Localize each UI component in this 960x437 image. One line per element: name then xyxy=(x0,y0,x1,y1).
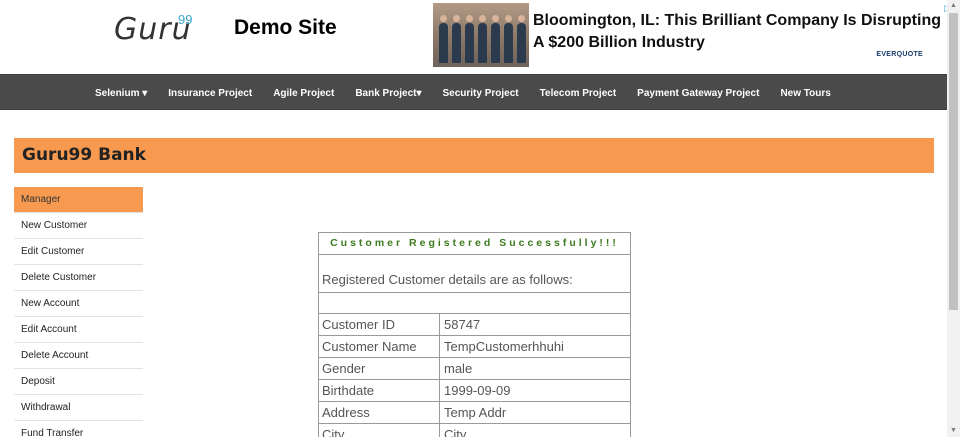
table-row: Address Temp Addr xyxy=(319,402,630,424)
row-label: Address xyxy=(319,402,440,423)
table-row: Customer Name TempCustomerhhuhi xyxy=(319,336,630,358)
customer-details-table: Customer Registered Successfully!!! Regi… xyxy=(318,232,631,437)
page-scrollbar[interactable]: ▲ ▼ xyxy=(947,0,960,437)
site-title: Demo Site xyxy=(234,16,337,39)
sidebar-item-delete-customer[interactable]: Delete Customer xyxy=(14,265,143,291)
row-value: City xyxy=(444,427,467,437)
ad-brand-logo: EVERQUOTE xyxy=(876,51,923,58)
ad-image[interactable] xyxy=(433,3,529,67)
top-navigation: Selenium ▾ Insurance Project Agile Proje… xyxy=(0,74,947,110)
nav-item-agile-project[interactable]: Agile Project xyxy=(273,88,334,99)
nav-item-insurance-project[interactable]: Insurance Project xyxy=(168,88,252,99)
nav-item-security-project[interactable]: Security Project xyxy=(442,88,518,99)
ad-person-figure xyxy=(439,15,448,63)
page: Guru 99 Demo Site Bloomington, IL: This … xyxy=(0,0,960,437)
sidebar-item-deposit[interactable]: Deposit xyxy=(14,369,143,395)
success-message: Customer Registered Successfully!!! xyxy=(319,233,630,255)
ad-person-figure xyxy=(491,15,500,63)
table-row: Gender male xyxy=(319,358,630,380)
row-label: City xyxy=(319,424,440,437)
row-value: TempCustomerhhuhi xyxy=(444,339,564,354)
nav-item-new-tours[interactable]: New Tours xyxy=(780,88,830,99)
table-row: Customer ID 58747 xyxy=(319,314,630,336)
nav-item-payment-gateway-project[interactable]: Payment Gateway Project xyxy=(637,88,759,99)
sidebar-item-edit-account[interactable]: Edit Account xyxy=(14,317,143,343)
advertisement-banner[interactable]: Bloomington, IL: This Brilliant Company … xyxy=(433,3,951,67)
row-value: 58747 xyxy=(444,317,481,332)
row-label: Gender xyxy=(319,358,440,379)
nav-item-bank-project[interactable]: Bank Project▾ xyxy=(355,88,421,99)
table-row: Birthdate 1999-09-09 xyxy=(319,380,630,402)
ad-person-figure xyxy=(504,15,513,63)
scroll-thumb[interactable] xyxy=(949,13,958,310)
row-label: Customer Name xyxy=(319,336,440,357)
row-value: male xyxy=(444,361,473,376)
scroll-down-arrow-icon[interactable]: ▼ xyxy=(947,425,960,437)
bank-title: Guru99 Bank xyxy=(22,145,146,165)
sidebar-item-edit-customer[interactable]: Edit Customer xyxy=(14,239,143,265)
sidebar-item-delete-account[interactable]: Delete Account xyxy=(14,343,143,369)
ad-person-figure xyxy=(465,15,474,63)
bank-title-bar: Guru99 Bank xyxy=(14,138,934,173)
sidebar-item-new-account[interactable]: New Account xyxy=(14,291,143,317)
ad-person-figure xyxy=(452,15,461,63)
row-label: Birthdate xyxy=(319,380,440,401)
row-value: 1999-09-09 xyxy=(444,383,511,398)
nav-item-telecom-project[interactable]: Telecom Project xyxy=(540,88,617,99)
nav-item-selenium[interactable]: Selenium ▾ xyxy=(95,88,147,99)
ad-headline[interactable]: Bloomington, IL: This Brilliant Company … xyxy=(533,10,943,54)
details-subheading: Registered Customer details are as follo… xyxy=(319,255,630,293)
row-value: Temp Addr xyxy=(444,405,507,420)
scroll-up-arrow-icon[interactable]: ▲ xyxy=(947,0,960,12)
logo-superscript: 99 xyxy=(178,12,193,27)
sidebar-menu: Manager New Customer Edit Customer Delet… xyxy=(14,187,143,437)
row-label: Customer ID xyxy=(319,314,440,335)
sidebar-item-manager[interactable]: Manager xyxy=(14,187,143,213)
sidebar-item-new-customer[interactable]: New Customer xyxy=(14,213,143,239)
table-row: City City xyxy=(319,424,630,437)
sidebar-item-withdrawal[interactable]: Withdrawal xyxy=(14,395,143,421)
ad-person-figure xyxy=(478,15,487,63)
sidebar-item-fund-transfer[interactable]: Fund Transfer xyxy=(14,421,143,437)
ad-person-figure xyxy=(517,15,526,63)
blank-row xyxy=(319,293,630,314)
